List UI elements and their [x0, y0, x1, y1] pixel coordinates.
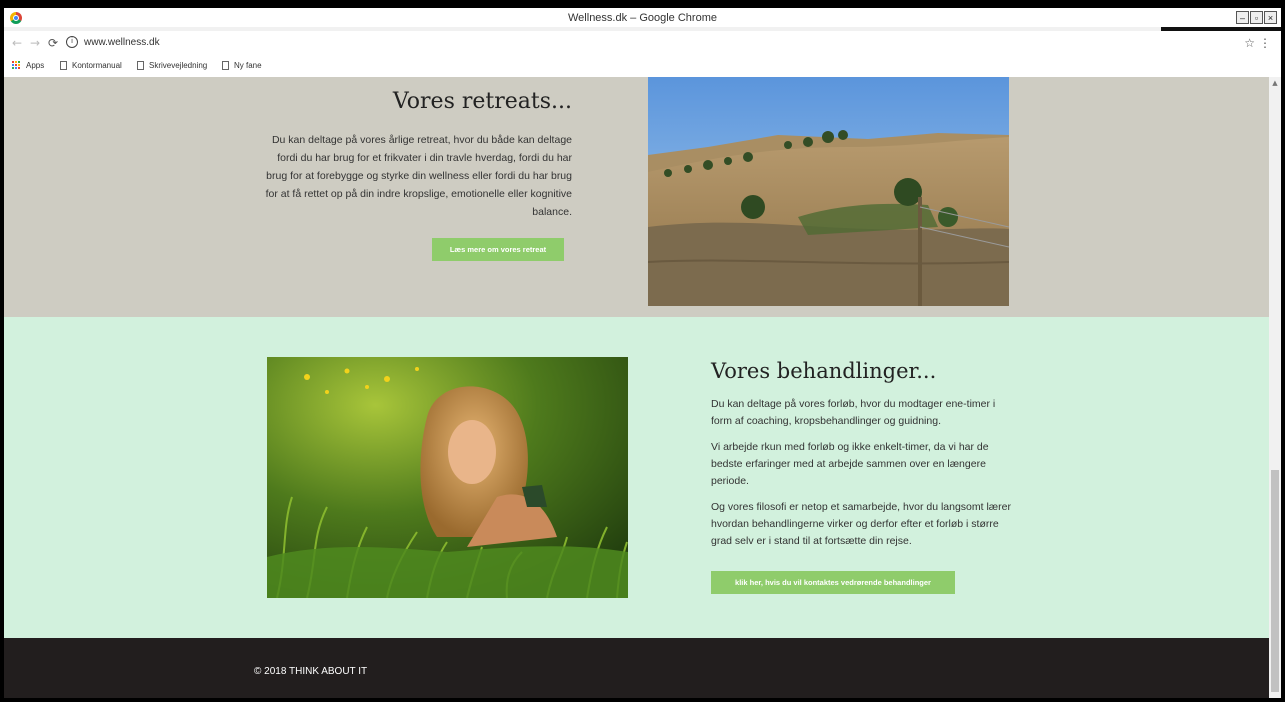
bookmark-kontormanual[interactable]: Kontormanual	[60, 61, 122, 70]
browser-window: Wellness.dk – Google Chrome – ▫ × ← → ⟳ …	[4, 8, 1281, 698]
retreats-heading: Vores retreats...	[392, 89, 572, 114]
bookmark-apps[interactable]: Apps	[12, 61, 44, 70]
apps-grid-icon	[12, 61, 21, 70]
treatments-paragraph: Og vores filosofi er netop et samarbejde…	[711, 501, 1011, 547]
vertical-scrollbar[interactable]: ▲	[1269, 77, 1281, 698]
scrollbar-thumb[interactable]	[1271, 470, 1279, 692]
forward-icon[interactable]: →	[30, 36, 40, 50]
address-bar: ← → ⟳ i www.wellness.dk ☆ ⋮	[4, 31, 1281, 55]
bookmark-label: Skrivevejledning	[149, 61, 208, 70]
bookmark-label: Ny fane	[234, 61, 262, 70]
treatments-heading: Vores behandlinger...	[711, 359, 937, 383]
page-footer: © 2018 THINK ABOUT IT	[4, 638, 1269, 698]
scroll-up-arrow-icon[interactable]: ▲	[1269, 79, 1281, 87]
bookmark-label: Kontormanual	[72, 61, 122, 70]
page-icon	[60, 61, 67, 70]
back-icon[interactable]: ←	[12, 36, 22, 50]
bookmark-label: Apps	[26, 61, 45, 70]
info-icon[interactable]: i	[66, 36, 78, 49]
url-field[interactable]: i www.wellness.dk	[66, 34, 1236, 51]
window-controls: – ▫ ×	[1236, 11, 1277, 24]
page-viewport: Vores retreats... Du kan deltage på vore…	[4, 77, 1269, 698]
copyright-text: © 2018 THINK ABOUT IT	[254, 666, 368, 677]
bookmark-ny-fane[interactable]: Ny fane	[222, 61, 262, 70]
url-text: www.wellness.dk	[84, 37, 160, 48]
bookmarks-bar: Apps Kontormanual Skrivevejledning Ny fa…	[4, 55, 1281, 78]
reload-icon[interactable]: ⟳	[48, 36, 58, 50]
retreats-section: Vores retreats... Du kan deltage på vore…	[4, 77, 1269, 317]
treatments-section: Vores behandlinger... Du kan deltage på …	[4, 317, 1269, 638]
read-more-retreat-button[interactable]: Læs mere om vores retreat	[432, 238, 564, 261]
treatments-paragraph: Du kan deltage på vores forløb, hvor du …	[711, 398, 996, 427]
page-icon	[222, 61, 229, 70]
retreats-text: Du kan deltage på vores årlige retreat, …	[265, 134, 572, 218]
landscape-photo	[648, 77, 1009, 306]
treatments-paragraph: Vi arbejde rkun med forløb og ikke enkel…	[711, 441, 989, 487]
restore-button[interactable]: ▫	[1250, 11, 1263, 24]
bookmark-star-icon[interactable]: ☆	[1244, 36, 1255, 50]
window-title: Wellness.dk – Google Chrome	[568, 12, 717, 24]
close-button[interactable]: ×	[1264, 11, 1277, 24]
bookmark-skrivevejledning[interactable]: Skrivevejledning	[137, 61, 207, 70]
menu-icon[interactable]: ⋮	[1259, 36, 1271, 50]
contact-treatments-button[interactable]: klik her, hvis du vil kontaktes vedrøren…	[711, 571, 955, 594]
minimize-button[interactable]: –	[1236, 11, 1249, 24]
woman-in-grass-photo	[267, 357, 628, 598]
treatments-text: Du kan deltage på vores forløb, hvor du …	[711, 396, 1016, 559]
page-icon	[137, 61, 144, 70]
